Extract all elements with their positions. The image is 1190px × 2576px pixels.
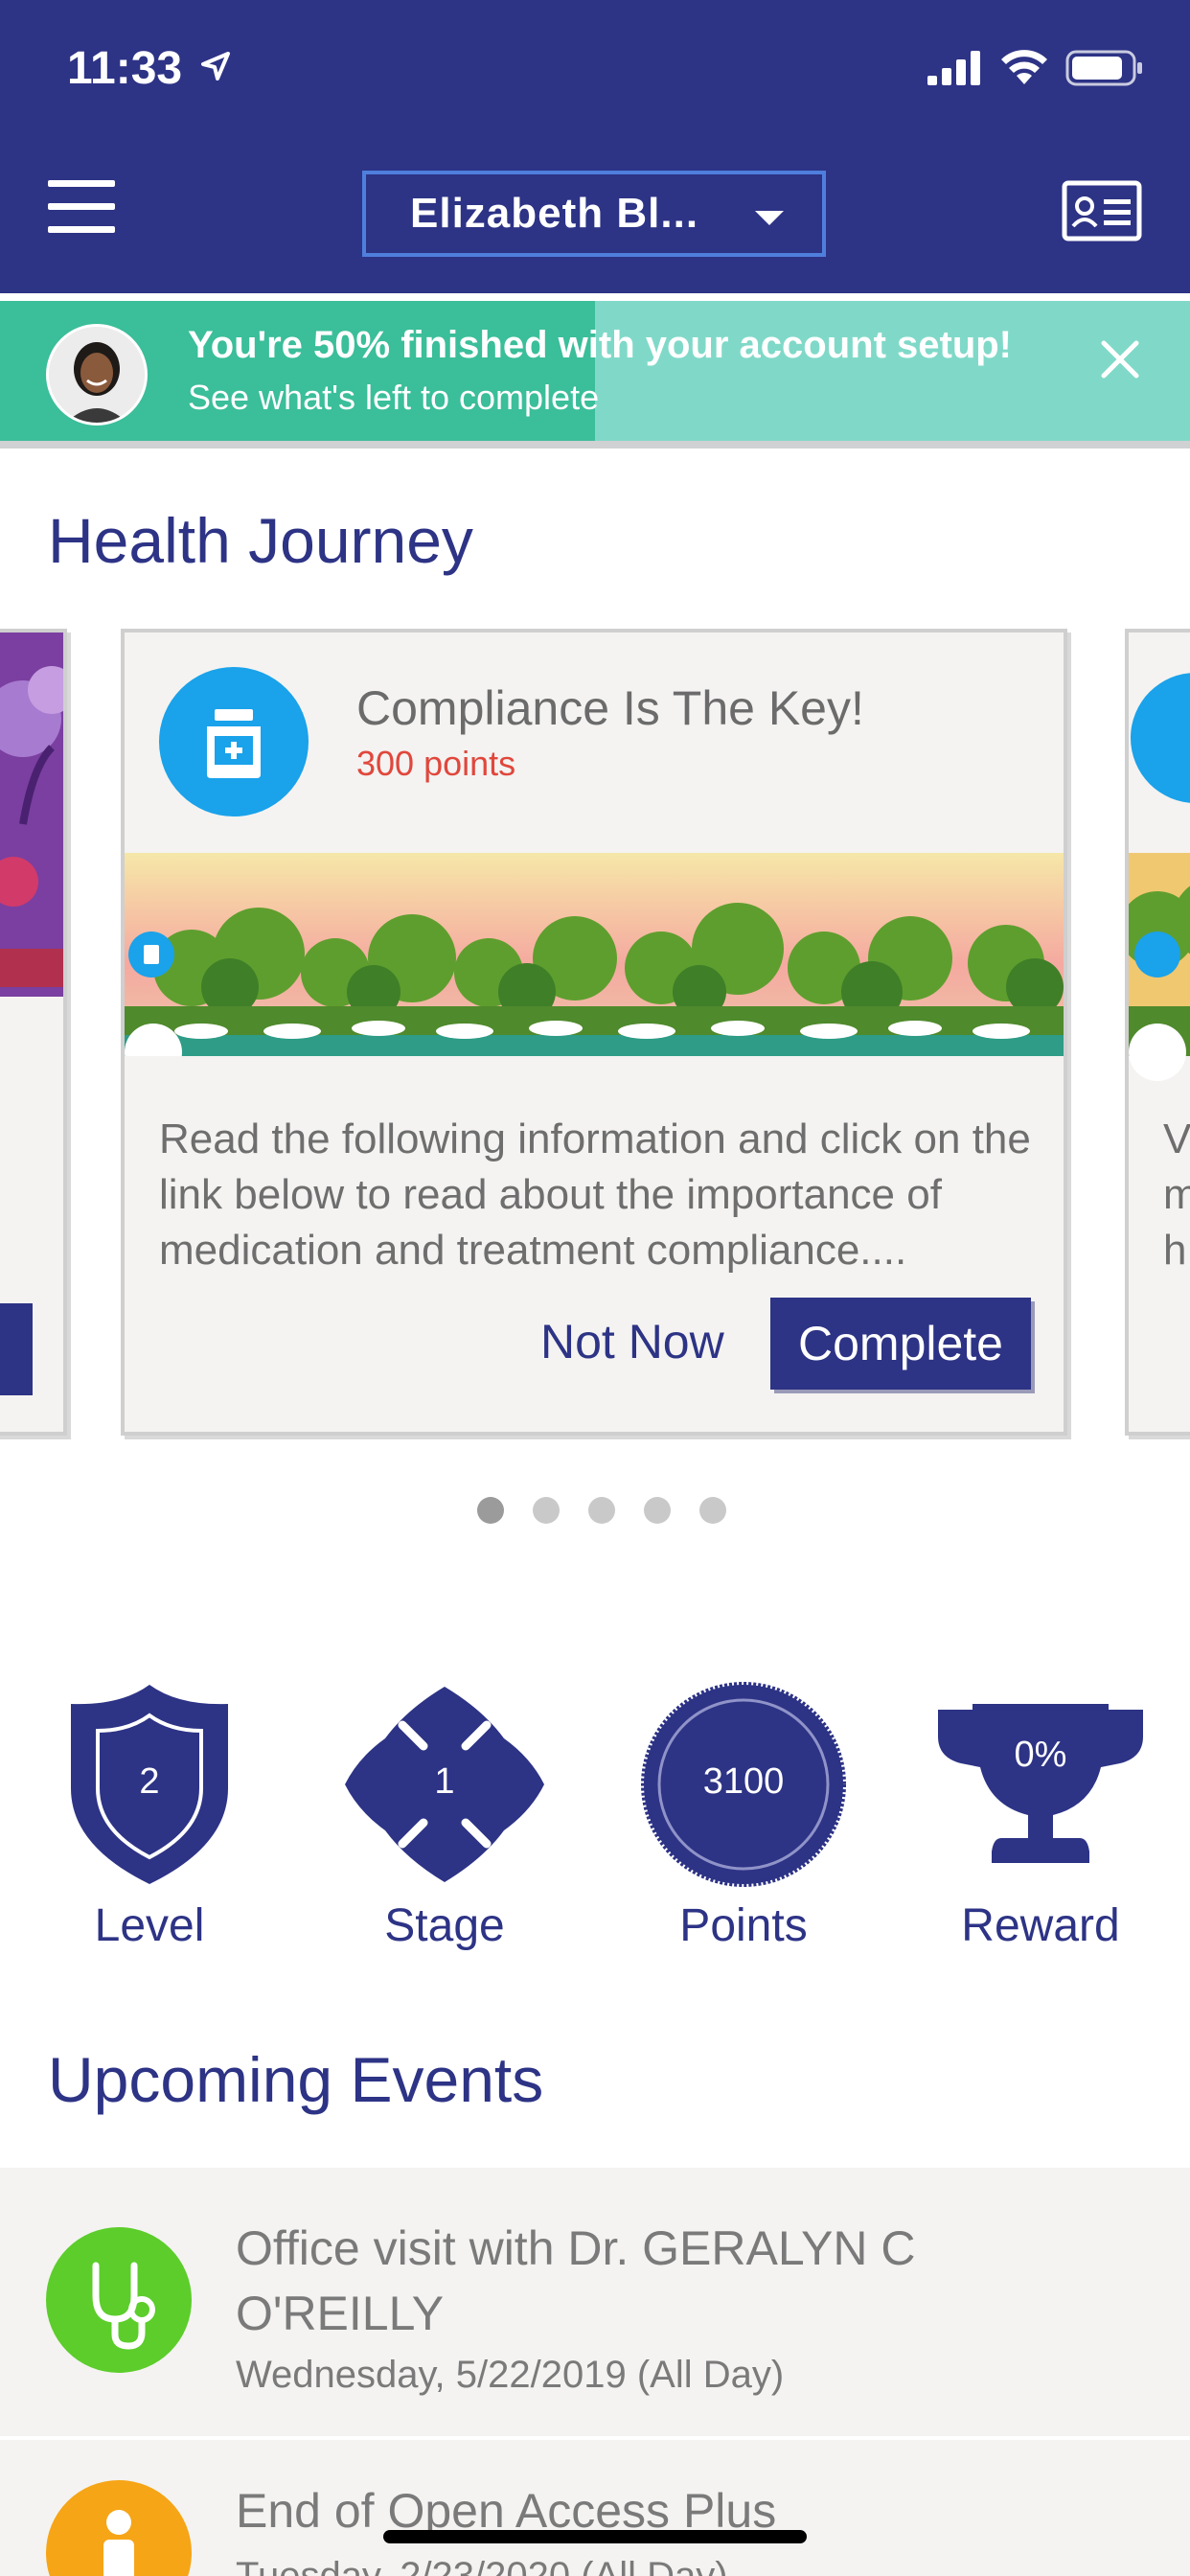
wifi-icon	[1001, 50, 1047, 84]
previous-card-image	[0, 632, 63, 1395]
complete-button[interactable]: Complete	[770, 1298, 1031, 1390]
pager-dot[interactable]	[644, 1497, 671, 1524]
next-card-text-line: h	[1163, 1227, 1187, 1274]
points-stat[interactable]: 3100 Points	[619, 1681, 868, 1968]
pager-dot[interactable]	[699, 1497, 726, 1524]
stethoscope-icon	[46, 2227, 192, 2373]
card-title: Compliance Is The Key!	[356, 681, 864, 735]
event-date: Wednesday, 5/22/2019 (All Day)	[236, 2354, 784, 2397]
next-card-text-line: V	[1163, 1116, 1190, 1162]
pager-dot[interactable]	[588, 1497, 615, 1524]
points-label: Points	[679, 1900, 808, 1951]
upcoming-events-title: Upcoming Events	[48, 2044, 544, 2115]
health-journey-card: Compliance Is The Key! 300 points Read t…	[121, 629, 1067, 1436]
health-journey-title: Health Journey	[48, 505, 473, 576]
event-title: Office visit with Dr. GERALYN C O'REILLY	[236, 2221, 916, 2340]
level-stat[interactable]: 2 Level	[25, 1681, 274, 1968]
card-description: Read the following information and click…	[159, 1116, 1031, 1274]
setup-banner-title: You're 50% finished with your account se…	[188, 324, 1012, 366]
avatar	[46, 324, 148, 426]
avatar-image	[49, 327, 145, 423]
hamburger-line	[48, 180, 115, 187]
stage-stat[interactable]: 1 Stage	[320, 1681, 569, 1968]
reward-value: 0%	[1014, 1735, 1067, 1775]
reward-label: Reward	[961, 1900, 1120, 1951]
next-card-description: V m h	[1163, 1112, 1190, 1278]
account-setup-banner[interactable]: You're 50% finished with your account se…	[0, 301, 1190, 448]
hamburger-line	[48, 203, 115, 210]
carousel-card-next[interactable]: V m h	[1125, 629, 1190, 1436]
hamburger-line	[48, 226, 115, 233]
not-now-button[interactable]: Not Now	[535, 1313, 730, 1370]
battery-icon	[1065, 50, 1142, 86]
level-value: 2	[139, 1761, 160, 1802]
pager-dot[interactable]	[533, 1497, 560, 1524]
next-card-graphics	[1129, 673, 1190, 1081]
menu-button[interactable]	[48, 180, 115, 238]
status-time: 11:33	[67, 43, 183, 94]
status-icons	[927, 50, 1144, 86]
carousel-card-previous[interactable]	[0, 629, 67, 1436]
chevron-down-icon	[755, 211, 784, 225]
home-indicator	[383, 2530, 807, 2543]
next-card-text-line: m	[1163, 1167, 1190, 1223]
close-icon[interactable]	[1096, 335, 1144, 383]
profile-selector[interactable]: Elizabeth Bl...	[362, 171, 826, 257]
event-date-text: Wednesday, 5/22/2019	[236, 2354, 627, 2396]
status-bar: 11:33	[0, 0, 1190, 144]
navbar: Elizabeth Bl...	[0, 144, 1190, 293]
stage-value: 1	[434, 1761, 455, 1802]
medicine-bottle-icon	[159, 667, 309, 816]
location-arrow-icon	[201, 52, 230, 80]
stage-label: Stage	[384, 1900, 505, 1951]
event-row[interactable]: Office visit with Dr. GERALYN C O'REILLY…	[0, 2168, 1190, 2436]
event-time-text: (All Day)	[636, 2354, 785, 2396]
setup-banner-subtitle: See what's left to complete	[188, 378, 600, 417]
event-date: Tuesday, 2/23/2020 (All Day)	[236, 2555, 728, 2576]
id-card-icon[interactable]	[1062, 180, 1142, 242]
event-row[interactable]: End of Open Access Plus Tuesday, 2/23/20…	[0, 2440, 1190, 2576]
level-label: Level	[94, 1900, 205, 1951]
card-points: 300 points	[356, 744, 516, 783]
signal-icon	[927, 51, 980, 85]
card-landscape-image	[125, 853, 1064, 1056]
person-icon	[46, 2480, 192, 2576]
carousel-pager[interactable]	[477, 1497, 726, 1524]
trophy-icon	[938, 1704, 1143, 1863]
profile-name: Elizabeth Bl...	[410, 190, 699, 237]
points-value: 3100	[702, 1761, 785, 1802]
pager-dot[interactable]	[477, 1497, 504, 1524]
reward-stat[interactable]: 0% Reward	[916, 1681, 1165, 1968]
banner-divider	[0, 441, 1190, 448]
